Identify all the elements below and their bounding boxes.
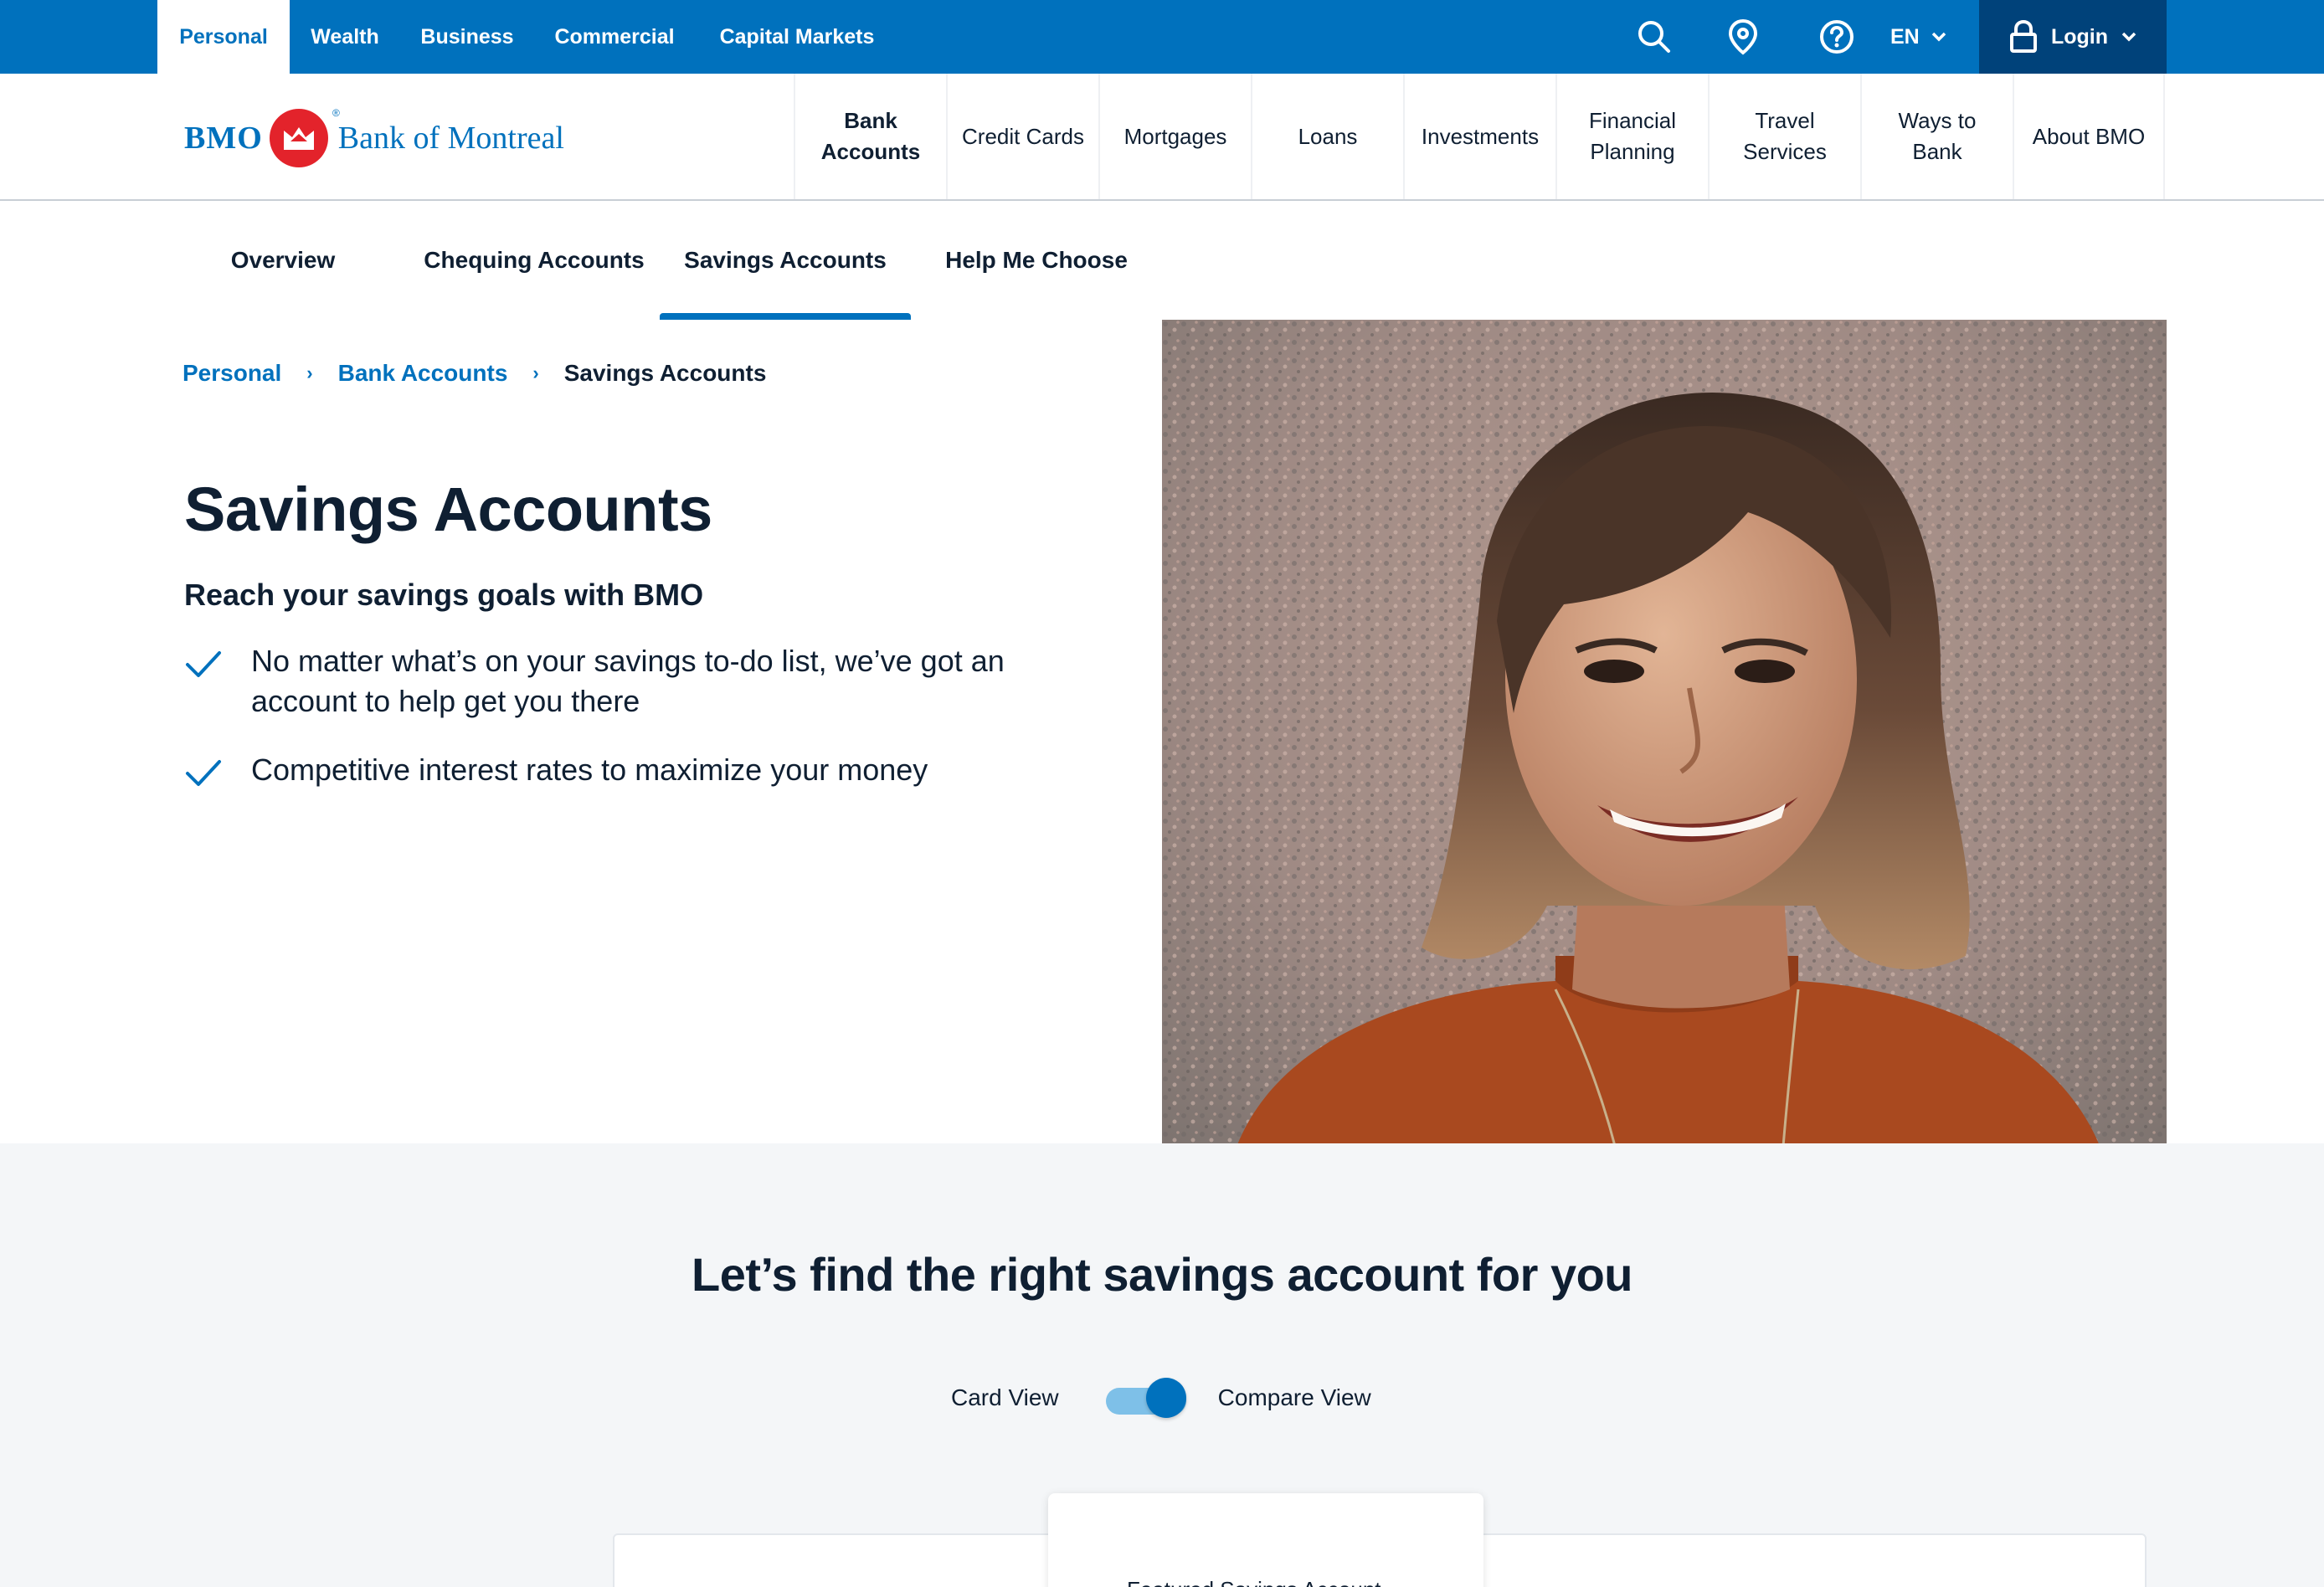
segment-business[interactable]: Business bbox=[400, 0, 534, 74]
nav-label: Loans bbox=[1298, 123, 1358, 149]
main-header: BMO ® Bank of Montreal Bank Accounts Cred… bbox=[0, 74, 2324, 201]
benefit-text: Competitive interest rates to maximize y… bbox=[251, 752, 928, 787]
nav-label: Bank bbox=[1912, 139, 1962, 164]
nav-label: Travel bbox=[1755, 108, 1815, 133]
help-icon[interactable] bbox=[1815, 15, 1859, 59]
segment-wealth[interactable]: Wealth bbox=[290, 0, 400, 74]
checkmark-icon bbox=[186, 651, 221, 677]
nav-investments[interactable]: Investments bbox=[1403, 74, 1555, 199]
nav-label: Bank bbox=[844, 108, 897, 133]
lock-icon bbox=[2009, 20, 2037, 53]
nav-label: Ways to bbox=[1898, 108, 1977, 133]
benefit-list: No matter what’s on your savings to-do l… bbox=[184, 641, 1055, 820]
nav-label: Credit Cards bbox=[962, 123, 1084, 149]
utility-bar: Personal Wealth Business Commercial Capi… bbox=[0, 0, 2324, 74]
search-icon[interactable] bbox=[1632, 15, 1676, 59]
page-subtitle: Reach your savings goals with BMO bbox=[184, 578, 704, 612]
checkmark-icon bbox=[186, 760, 221, 786]
breadcrumb-personal[interactable]: Personal bbox=[183, 360, 281, 387]
language-selector[interactable]: EN bbox=[1890, 0, 1946, 74]
tab-help-me-choose[interactable]: Help Me Choose bbox=[928, 201, 1145, 320]
segment-personal[interactable]: Personal bbox=[157, 0, 290, 74]
bmo-roundel-icon: ® bbox=[269, 107, 340, 167]
compare-view-label[interactable]: Compare View bbox=[1218, 1384, 1371, 1411]
chevron-down-icon bbox=[2121, 32, 2136, 42]
hero-photo bbox=[1162, 320, 2167, 1170]
chevron-down-icon bbox=[1931, 32, 1946, 42]
sub-nav: Overview Chequing Accounts Savings Accou… bbox=[0, 201, 2324, 320]
segment-commercial[interactable]: Commercial bbox=[534, 0, 695, 74]
nav-label: Mortgages bbox=[1123, 123, 1227, 149]
list-item: Competitive interest rates to maximize y… bbox=[184, 750, 1055, 792]
login-button[interactable]: Login bbox=[1979, 0, 2167, 74]
nav-label: Planning bbox=[1590, 139, 1675, 164]
breadcrumb-current: Savings Accounts bbox=[563, 360, 767, 386]
page-title: Savings Accounts bbox=[184, 475, 712, 544]
tab-chequing-accounts[interactable]: Chequing Accounts bbox=[410, 201, 658, 320]
nav-loans[interactable]: Loans bbox=[1251, 74, 1403, 199]
chevron-right-icon: › bbox=[532, 362, 539, 383]
featured-account-card[interactable]: Featured Savings Account bbox=[1048, 1493, 1483, 1587]
main-nav: Bank Accounts Credit Cards Mortgages Loan… bbox=[794, 74, 2165, 199]
nav-label: Investments bbox=[1421, 123, 1540, 149]
breadcrumb-bank-accounts[interactable]: Bank Accounts bbox=[338, 360, 508, 387]
login-label: Login bbox=[2050, 24, 2109, 49]
card-view-label[interactable]: Card View bbox=[951, 1384, 1059, 1411]
nav-label: About BMO bbox=[2032, 123, 2146, 149]
switch-knob bbox=[1145, 1378, 1186, 1418]
nav-label: Services bbox=[1743, 139, 1827, 164]
view-switch[interactable] bbox=[1105, 1378, 1186, 1418]
registered-mark: ® bbox=[332, 107, 340, 119]
view-toggle: Card View Compare View bbox=[951, 1378, 1371, 1418]
logo-wordmark-bmo: BMO bbox=[184, 121, 263, 156]
finder-title: Let’s find the right savings account for… bbox=[691, 1248, 1633, 1301]
benefit-text: No matter what’s on your savings to-do l… bbox=[251, 644, 1005, 718]
breadcrumb: Personal › Bank Accounts › Savings Accou… bbox=[183, 360, 766, 387]
bmo-logo[interactable]: BMO ® Bank of Montreal bbox=[184, 107, 564, 169]
list-item: No matter what’s on your savings to-do l… bbox=[184, 641, 1055, 722]
nav-financial-planning[interactable]: Financial Planning bbox=[1555, 74, 1708, 199]
nav-travel-services[interactable]: Travel Services bbox=[1708, 74, 1860, 199]
featured-label: Featured Savings Account bbox=[1127, 1577, 1381, 1587]
logo-wordmark-name: Bank of Montreal bbox=[337, 121, 564, 156]
nav-label: Financial bbox=[1588, 108, 1677, 133]
nav-credit-cards[interactable]: Credit Cards bbox=[946, 74, 1098, 199]
chevron-right-icon: › bbox=[306, 362, 313, 383]
nav-about-bmo[interactable]: About BMO bbox=[2013, 74, 2165, 199]
tab-overview[interactable]: Overview bbox=[208, 201, 358, 320]
nav-mortgages[interactable]: Mortgages bbox=[1098, 74, 1251, 199]
tab-savings-accounts[interactable]: Savings Accounts bbox=[660, 201, 911, 320]
language-label: EN bbox=[1890, 24, 1920, 49]
nav-label: Accounts bbox=[820, 139, 921, 164]
segment-capital-markets[interactable]: Capital Markets bbox=[695, 0, 899, 74]
nav-ways-to-bank[interactable]: Ways to Bank bbox=[1860, 74, 2013, 199]
nav-bank-accounts[interactable]: Bank Accounts bbox=[794, 74, 946, 199]
location-icon[interactable] bbox=[1721, 15, 1765, 59]
